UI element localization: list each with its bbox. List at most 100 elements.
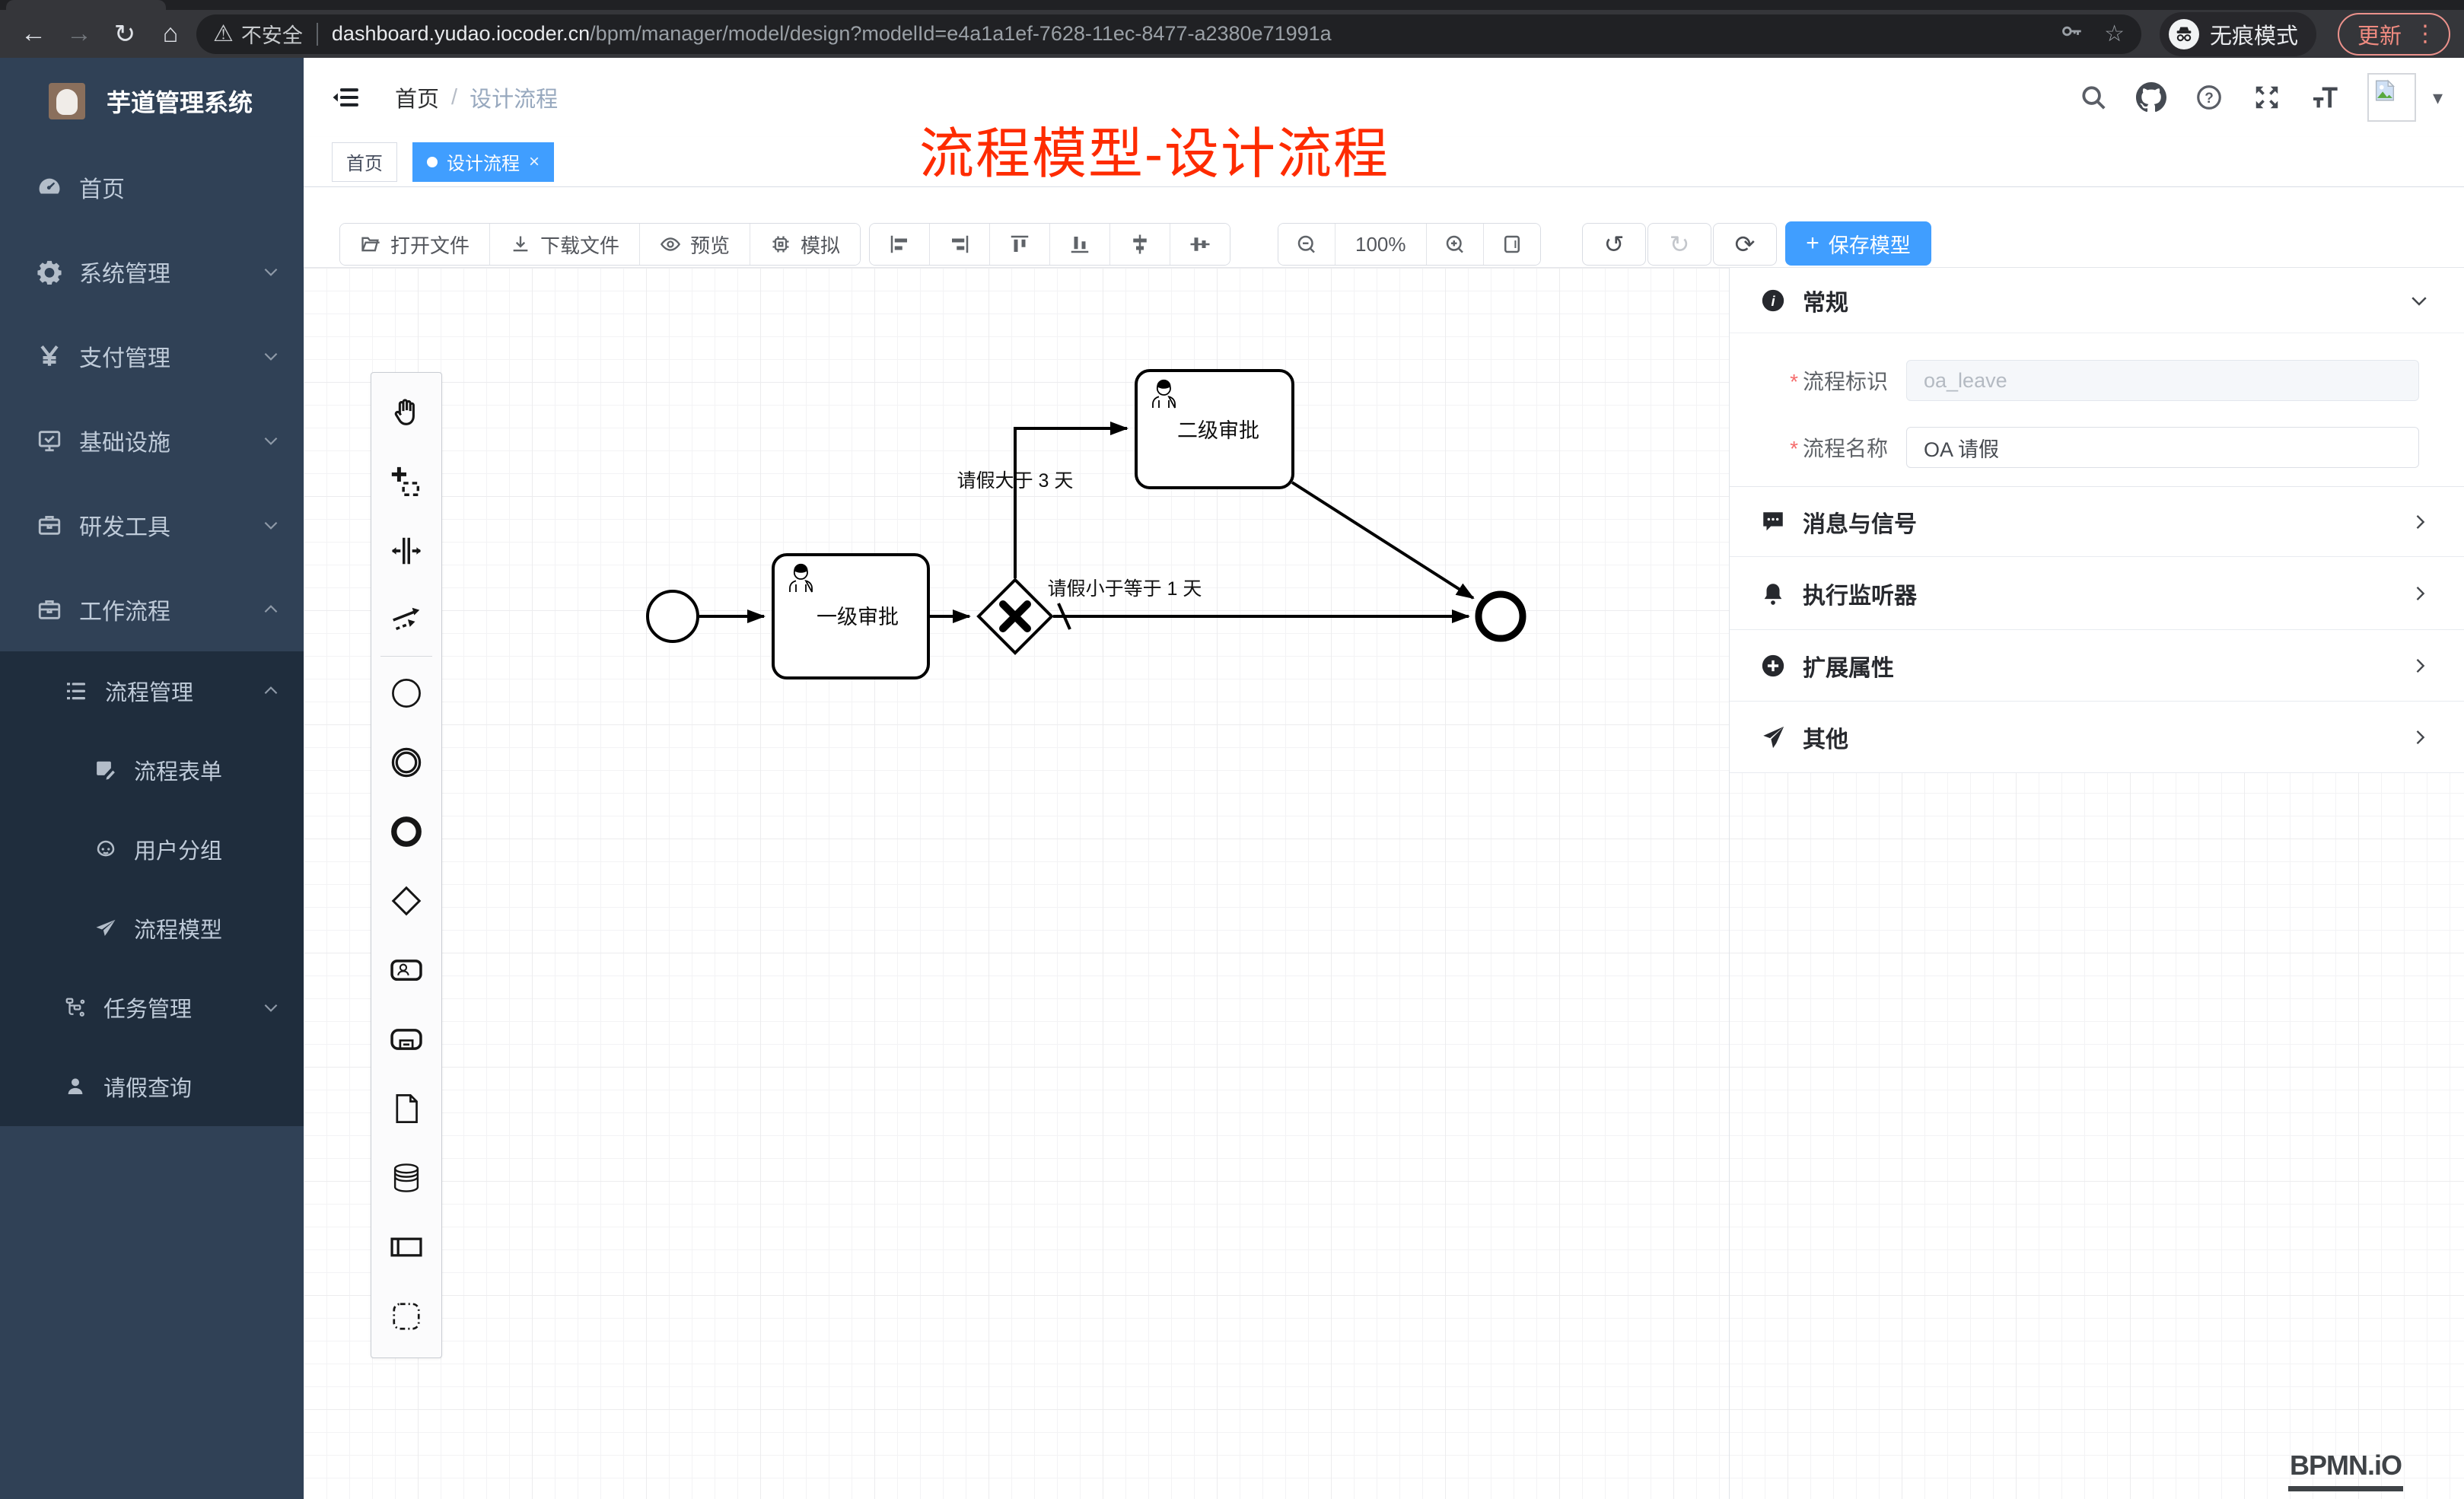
search-icon bbox=[2079, 83, 2108, 112]
browser-back-button[interactable]: ← bbox=[14, 14, 53, 54]
zoom-in-button[interactable] bbox=[1427, 224, 1484, 265]
properties-panel: i 常规 *流程标识 oa_leave *流程名称 OA 请假 消息与信号 bbox=[1729, 268, 2464, 1499]
search-button[interactable] bbox=[2078, 82, 2109, 113]
bookmark-star-icon[interactable]: ☆ bbox=[2104, 21, 2125, 47]
sidebar-item-task-mgmt[interactable]: 任务管理 bbox=[0, 968, 304, 1047]
refresh-icon: ⟳ bbox=[1735, 230, 1756, 259]
field-label: *流程名称 bbox=[1730, 432, 1888, 463]
required-mark: * bbox=[1790, 370, 1798, 393]
zoom-reset-button[interactable] bbox=[1484, 224, 1540, 265]
simulate-button[interactable]: 模拟 bbox=[750, 224, 860, 265]
align-right-button[interactable] bbox=[930, 224, 990, 265]
sidebar-item-home[interactable]: 首页 bbox=[0, 145, 304, 229]
browser-update-button[interactable]: 更新 ⋮ bbox=[2338, 13, 2450, 56]
section-message-signal[interactable]: 消息与信号 bbox=[1730, 487, 2464, 557]
sidebar-item-workflow[interactable]: 工作流程 bbox=[0, 567, 304, 651]
sidebar-logo-row[interactable]: 芋道管理系统 bbox=[0, 58, 304, 145]
chevron-right-icon bbox=[2409, 583, 2431, 604]
process-key-input[interactable]: oa_leave bbox=[1906, 360, 2419, 401]
section-other[interactable]: 其他 bbox=[1730, 702, 2464, 773]
end-event[interactable] bbox=[1479, 594, 1523, 638]
sidebar-item-leave-query[interactable]: 请假查询 bbox=[0, 1047, 304, 1126]
flow-tree-icon bbox=[64, 996, 87, 1019]
align-center-vertical-icon bbox=[1189, 233, 1211, 256]
section-extended-attributes[interactable]: 扩展属性 bbox=[1730, 630, 2464, 702]
sidebar-item-process-model[interactable]: 流程模型 bbox=[0, 889, 304, 968]
address-bar[interactable]: ⚠ 不安全 dashboard.yudao.iocoder.cn /bpm/ma… bbox=[196, 14, 2141, 54]
restart-button[interactable]: ⟳ bbox=[1713, 223, 1777, 266]
security-label: 不安全 bbox=[241, 19, 303, 49]
align-center-vertical-button[interactable] bbox=[1170, 224, 1230, 265]
task-first-approval[interactable]: 一级审批 bbox=[773, 555, 928, 678]
open-file-button[interactable]: 打开文件 bbox=[340, 224, 490, 265]
undo-icon: ↺ bbox=[1604, 230, 1625, 259]
home-icon: ⌂ bbox=[163, 19, 179, 49]
start-event[interactable] bbox=[648, 591, 698, 641]
preview-button[interactable]: 预览 bbox=[640, 224, 750, 265]
file-button-group: 打开文件 下载文件 预览 模拟 bbox=[339, 223, 861, 266]
github-button[interactable] bbox=[2136, 82, 2166, 113]
section-general-header[interactable]: i 常规 bbox=[1730, 268, 2464, 333]
browser-home-button[interactable]: ⌂ bbox=[151, 14, 190, 54]
section-execution-listener[interactable]: 执行监听器 bbox=[1730, 557, 2464, 630]
font-size-button[interactable] bbox=[2310, 82, 2340, 113]
align-top-button[interactable] bbox=[990, 224, 1050, 265]
align-left-button[interactable] bbox=[870, 224, 930, 265]
comment-icon bbox=[1760, 509, 1786, 535]
sidebar-item-infra[interactable]: 基础设施 bbox=[0, 398, 304, 482]
address-divider bbox=[317, 23, 318, 46]
field-process-name: *流程名称 OA 请假 bbox=[1730, 427, 2464, 468]
align-right-icon bbox=[948, 233, 971, 256]
zoom-level[interactable]: 100% bbox=[1335, 224, 1427, 265]
browser-active-tab[interactable] bbox=[6, 0, 166, 10]
sidebar-item-devtools[interactable]: 研发工具 bbox=[0, 482, 304, 567]
save-model-button[interactable]: + 保存模型 bbox=[1785, 221, 1931, 266]
avatar[interactable] bbox=[2367, 73, 2416, 122]
sidebar-item-payment[interactable]: 支付管理 bbox=[0, 313, 304, 398]
task-second-approval[interactable]: 二级审批 bbox=[1136, 371, 1293, 488]
chevron-down-icon bbox=[261, 262, 281, 282]
avatar-caret-icon[interactable]: ▾ bbox=[2433, 86, 2443, 110]
align-center-horizontal-button[interactable] bbox=[1110, 224, 1170, 265]
document-edit-icon bbox=[94, 759, 117, 781]
sidebar-collapse-button[interactable] bbox=[329, 81, 363, 114]
align-bottom-button[interactable] bbox=[1050, 224, 1110, 265]
sidebar-item-process-mgmt[interactable]: 流程管理 bbox=[0, 651, 304, 730]
sidebar-item-user-group[interactable]: 用户分组 bbox=[0, 810, 304, 889]
tab-home[interactable]: 首页 bbox=[332, 142, 397, 182]
task-label: 二级审批 bbox=[1177, 419, 1259, 442]
briefcase-icon bbox=[37, 597, 62, 622]
condition-label-gt3[interactable]: 请假大于 3 天 bbox=[957, 470, 1074, 492]
security-indicator[interactable]: ⚠ 不安全 bbox=[213, 19, 310, 49]
process-name-input[interactable]: OA 请假 bbox=[1906, 427, 2419, 468]
bpmn-io-logo[interactable]: BPMN.iO bbox=[2288, 1450, 2403, 1491]
sidebar-item-process-form[interactable]: 流程表单 bbox=[0, 730, 304, 810]
main-area: 首页 / 设计流程 ? ▾ bbox=[304, 58, 2464, 1499]
browser-menu-icon[interactable]: ⋮ bbox=[2414, 21, 2437, 47]
flow-gateway-to-task2[interactable] bbox=[1015, 428, 1127, 578]
simulate-label: 模拟 bbox=[801, 231, 840, 259]
breadcrumb-home[interactable]: 首页 bbox=[395, 81, 439, 113]
fullscreen-button[interactable] bbox=[2252, 82, 2282, 113]
undo-button[interactable]: ↺ bbox=[1582, 223, 1646, 266]
redo-button[interactable]: ↻ bbox=[1647, 223, 1711, 266]
key-icon[interactable] bbox=[2058, 18, 2084, 50]
sidebar-item-system[interactable]: 系统管理 bbox=[0, 229, 304, 313]
chevron-right-icon bbox=[2409, 655, 2431, 676]
browser-reload-button[interactable]: ↻ bbox=[105, 14, 145, 54]
browser-forward-button[interactable]: → bbox=[59, 14, 99, 54]
tab-design-process[interactable]: 设计流程 × bbox=[412, 142, 554, 182]
chevron-down-icon bbox=[2408, 289, 2431, 312]
back-icon: ← bbox=[21, 19, 46, 49]
download-file-button[interactable]: 下载文件 bbox=[490, 224, 640, 265]
zoom-out-button[interactable] bbox=[1278, 224, 1335, 265]
tab-close-icon[interactable]: × bbox=[529, 151, 540, 173]
help-button[interactable]: ? bbox=[2194, 82, 2224, 113]
sidebar: 芋道管理系统 首页 系统管理 支付管理 基础设施 研发工具 工作流程 流程管理 bbox=[0, 58, 304, 1499]
bpmn-canvas[interactable]: 一级审批 二级审批 bbox=[304, 268, 2464, 1499]
exclusive-gateway[interactable] bbox=[979, 580, 1052, 653]
sidebar-item-label: 流程表单 bbox=[134, 754, 281, 786]
condition-label-le1[interactable]: 请假小于等于 1 天 bbox=[1048, 578, 1202, 600]
plus-circle-icon bbox=[1760, 653, 1786, 679]
flow-task2-to-end[interactable] bbox=[1292, 482, 1473, 598]
